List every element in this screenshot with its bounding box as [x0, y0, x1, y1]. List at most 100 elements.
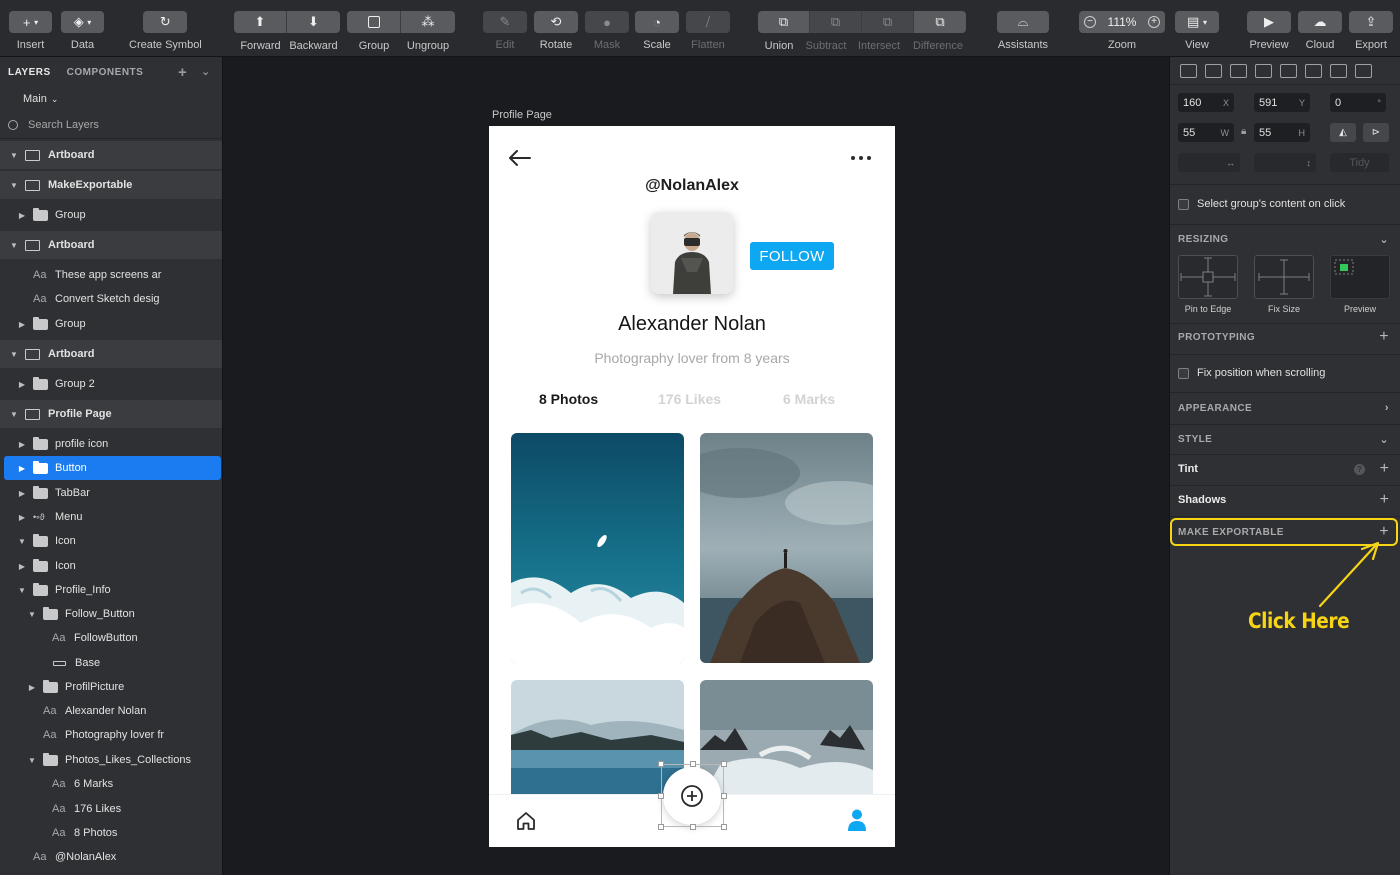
layer-row[interactable]: Aa These app screens ar	[0, 263, 222, 287]
assistants-tool[interactable]: ⌓ Assistants	[997, 11, 1049, 51]
selection-bounding-box[interactable]	[658, 761, 727, 830]
search-layers[interactable]: Search Layers	[0, 111, 222, 139]
resizing-section-header[interactable]: RESIZING ⌄	[1170, 232, 1400, 246]
tint-row[interactable]: Tint ? +	[1170, 460, 1400, 478]
distribute-h-icon[interactable]	[1330, 63, 1347, 78]
style-section-header[interactable]: STYLE ⌄	[1170, 432, 1400, 446]
layer-row[interactable]: ▼ Artboard	[0, 141, 222, 169]
edit-tool[interactable]: ✎ Edit	[483, 11, 527, 51]
chevron-down-icon[interactable]: ⌄	[1379, 233, 1389, 246]
flip-vertical-button[interactable]: ⊳	[1363, 123, 1389, 142]
plus-icon[interactable]: +	[1380, 491, 1389, 509]
create-symbol-tool[interactable]: ↻ Create Symbol	[129, 11, 202, 51]
select-group-content-option[interactable]: Select group's content on click	[1170, 197, 1400, 211]
tidy-button[interactable]: Tidy	[1330, 153, 1389, 172]
pin-to-edge-control[interactable]	[1178, 255, 1238, 299]
layer-row[interactable]: ▼ Follow_Button	[0, 602, 222, 626]
disclosure-closed-icon[interactable]: ▶	[17, 440, 27, 449]
layer-row[interactable]: Aa @NolanAlex	[0, 845, 222, 869]
layer-row[interactable]: Aa Convert Sketch desig	[0, 287, 222, 311]
disclosure-closed-icon[interactable]: ▶	[27, 683, 37, 692]
y-position-field[interactable]: 591 Y	[1254, 93, 1310, 112]
height-field[interactable]: 55 H	[1254, 123, 1310, 142]
disclosure-open-icon[interactable]: ▼	[9, 181, 19, 190]
rotation-field[interactable]: 0 °	[1330, 93, 1386, 112]
follow-button[interactable]: FOLLOW	[750, 242, 834, 270]
resize-handle[interactable]	[658, 793, 664, 799]
plus-icon[interactable]: +	[1380, 460, 1389, 478]
layer-row[interactable]: Aa Photography lover fr	[0, 723, 222, 747]
photo-rock-hiker[interactable]	[700, 433, 873, 663]
layer-row[interactable]: Aa 6 Marks	[0, 772, 222, 796]
layer-row[interactable]: ▼ Artboard	[0, 231, 222, 259]
disclosure-open-icon[interactable]: ▼	[9, 350, 19, 359]
flatten-tool[interactable]: ⧸ Flatten	[686, 11, 730, 51]
preview-tool[interactable]: ▶ Preview	[1247, 11, 1291, 51]
union-button[interactable]: ⧉	[758, 11, 810, 33]
photo-lake-forest[interactable]	[511, 680, 684, 800]
layer-row[interactable]: ▶ ProfilPicture	[0, 675, 222, 699]
difference-button[interactable]: ⧉	[914, 11, 966, 33]
layer-row[interactable]: Aa 176 Likes	[0, 797, 222, 821]
data-tool[interactable]: ◈ ▾ Data	[61, 11, 104, 51]
add-page-icon[interactable]: +	[178, 64, 187, 81]
make-exportable-section-header[interactable]: MAKE EXPORTABLE +	[1170, 523, 1400, 540]
layer-row[interactable]: Aa 8 Photos	[0, 821, 222, 845]
layer-row[interactable]: ▼ Artboard	[0, 340, 222, 368]
align-top-icon[interactable]	[1255, 63, 1272, 78]
appearance-section-header[interactable]: APPEARANCE ›	[1170, 401, 1400, 415]
rotate-tool[interactable]: ⟲ Rotate	[534, 11, 578, 51]
subtract-button[interactable]: ⧉	[810, 11, 862, 33]
resize-handle[interactable]	[658, 761, 664, 767]
view-tool[interactable]: ▤ ▾ View	[1175, 11, 1219, 51]
layer-row[interactable]: Aa FollowButton	[0, 626, 222, 650]
resize-handle[interactable]	[690, 761, 696, 767]
flip-horizontal-button[interactable]: ◭	[1330, 123, 1356, 142]
align-middle-icon[interactable]	[1280, 63, 1297, 78]
layer-row[interactable]: Base	[0, 651, 222, 675]
artboard-title[interactable]: Profile Page	[492, 109, 552, 121]
shadows-row[interactable]: Shadows +	[1170, 491, 1400, 509]
align-left-icon[interactable]	[1180, 63, 1197, 78]
photo-ocean-surfer[interactable]	[511, 433, 684, 663]
resize-handle[interactable]	[658, 824, 664, 830]
tab-layers[interactable]: LAYERS	[8, 67, 51, 78]
resize-handle[interactable]	[721, 824, 727, 830]
fix-size-control[interactable]	[1254, 255, 1314, 299]
disclosure-open-icon[interactable]: ▼	[9, 151, 19, 160]
profile-page-artboard[interactable]: @NolanAlex FOLLOW Alexander Nolan Photog…	[489, 126, 895, 847]
disclosure-closed-icon[interactable]: ▶	[17, 320, 27, 329]
mask-tool[interactable]: ● Mask	[585, 11, 629, 51]
disclosure-closed-icon[interactable]: ▶	[17, 464, 27, 473]
layer-row[interactable]: ▼ Profile_Info	[0, 578, 222, 602]
page-selector[interactable]: Main ⌄	[0, 87, 222, 111]
marks-stat[interactable]: 6 Marks	[783, 391, 835, 407]
group-button[interactable]	[347, 11, 401, 33]
layer-row[interactable]: ▶ Group	[0, 203, 222, 227]
layer-row[interactable]: ▶ TabBar	[0, 481, 222, 505]
layer-row[interactable]: ▼ MakeExportable	[0, 171, 222, 199]
disclosure-closed-icon[interactable]: ▶	[17, 489, 27, 498]
scale-tool[interactable]: ◔ Scale	[635, 11, 679, 51]
layer-row[interactable]: ▶ Group	[0, 312, 222, 336]
disclosure-closed-icon[interactable]: ▶	[17, 211, 27, 220]
likes-stat[interactable]: 176 Likes	[658, 391, 721, 407]
design-canvas[interactable]: Profile Page @NolanAlex FOLLOW Alexander…	[224, 57, 1168, 875]
disclosure-closed-icon[interactable]: ▶	[17, 562, 27, 571]
disclosure-open-icon[interactable]: ▼	[27, 610, 37, 619]
checkbox[interactable]	[1178, 367, 1189, 379]
disclosure-open-icon[interactable]: ▼	[17, 586, 27, 595]
resize-handle[interactable]	[690, 824, 696, 830]
home-icon[interactable]	[516, 811, 536, 831]
horizontal-spacing-field[interactable]: ↔	[1178, 153, 1240, 172]
forward-button[interactable]: ⬆	[234, 11, 287, 33]
ungroup-button[interactable]: ⁂	[401, 11, 455, 33]
layer-row[interactable]: ▼ Photos_Likes_Collections	[0, 748, 222, 772]
layer-row[interactable]: ▶ profile icon	[0, 432, 222, 456]
prototyping-section-header[interactable]: PROTOTYPING +	[1170, 328, 1400, 345]
align-right-icon[interactable]	[1230, 63, 1247, 78]
search-input[interactable]: Search Layers	[28, 119, 99, 131]
photo-rocky-shore[interactable]	[700, 680, 873, 800]
lock-icon[interactable]: 🔒︎	[1241, 126, 1246, 137]
zoom-in-button[interactable]: +	[1147, 16, 1160, 28]
